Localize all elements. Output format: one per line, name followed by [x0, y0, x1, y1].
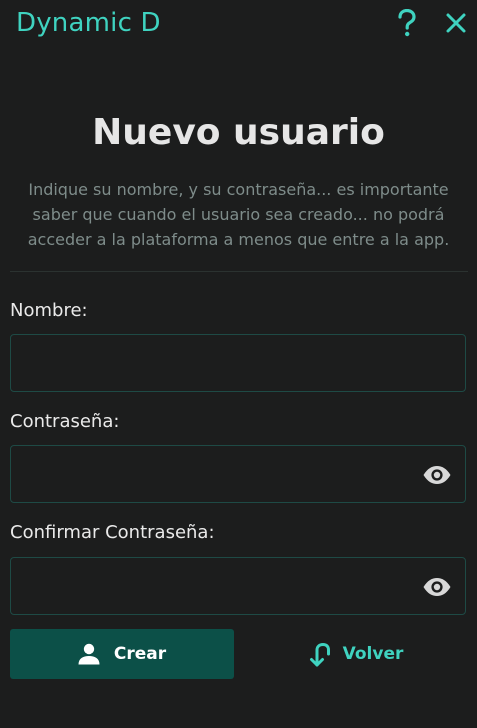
create-button[interactable]: Crear: [10, 629, 234, 679]
title-bar: Dynamic D: [0, 0, 477, 50]
page-description: Indique su nombre, y su contraseña... es…: [27, 180, 450, 249]
divider: [10, 271, 468, 272]
eye-icon: [423, 578, 451, 596]
password-input[interactable]: [11, 446, 465, 502]
user-icon: [78, 643, 100, 665]
help-button[interactable]: [392, 6, 422, 40]
app-title: Dynamic D: [16, 8, 161, 38]
back-button[interactable]: Volver: [244, 629, 468, 679]
confirm-password-field: [10, 557, 466, 615]
create-button-label: Crear: [113, 644, 167, 664]
password-field: [10, 445, 466, 503]
confirm-password-input[interactable]: [11, 558, 465, 614]
close-button[interactable]: [441, 6, 471, 40]
name-label: Nombre:: [10, 300, 88, 321]
page-title: Nuevo usuario: [92, 112, 385, 153]
name-input[interactable]: [11, 335, 465, 391]
confirm-password-visibility-toggle[interactable]: [421, 572, 453, 602]
eye-icon: [423, 466, 451, 484]
question-mark-icon: [398, 9, 416, 37]
password-label: Contraseña:: [10, 411, 120, 432]
close-x-icon: [446, 13, 466, 33]
password-visibility-toggle[interactable]: [421, 460, 453, 490]
name-field: [10, 334, 466, 392]
return-arrow-icon: [309, 643, 330, 667]
confirm-password-label: Confirmar Contraseña:: [10, 522, 215, 543]
back-button-label: Volver: [342, 644, 404, 664]
